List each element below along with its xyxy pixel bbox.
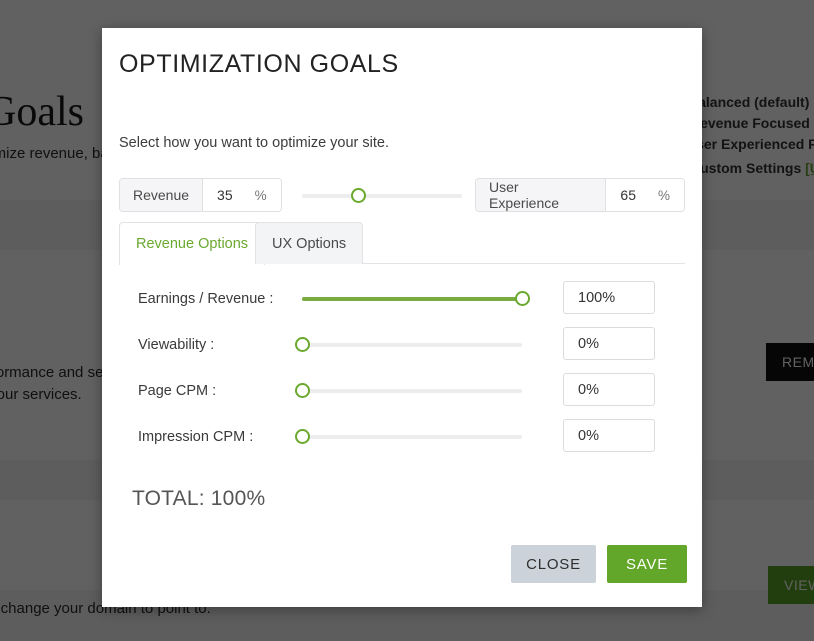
close-button[interactable]: CLOSE (511, 545, 596, 583)
revenue-ux-split-control: Revenue 35 % User Experience 65 % (119, 178, 685, 212)
tab-revenue-options[interactable]: Revenue Options (119, 222, 266, 265)
option-label-page-cpm: Page CPM : (138, 383, 217, 399)
options-tabs: Revenue Options UX Options (119, 222, 685, 265)
revenue-weight-unit: % (242, 179, 281, 211)
option-slider-track-viewability[interactable] (302, 343, 522, 347)
modal-footer: CLOSE SAVE (102, 541, 702, 607)
option-slider-page-cpm[interactable] (295, 383, 522, 398)
option-slider-handle-viewability[interactable] (295, 337, 310, 352)
option-label-viewability: Viewability : (138, 337, 215, 353)
save-button[interactable]: SAVE (607, 545, 687, 583)
option-sliders-list: Earnings / Revenue :100% Viewability :0% P… (102, 278, 702, 462)
modal-subtitle: Select how you want to optimize your sit… (119, 135, 389, 151)
option-label-impression-cpm: Impression CPM : (138, 429, 254, 445)
split-slider-track[interactable] (302, 194, 462, 198)
option-slider-viewability[interactable] (295, 337, 522, 352)
option-slider-handle-impression-cpm[interactable] (295, 429, 310, 444)
ux-weight-label: User Experience (476, 179, 607, 211)
tab-ux-options[interactable]: UX Options (255, 222, 364, 264)
option-row-page-cpm: Page CPM : 0% (102, 370, 702, 416)
optimization-goals-modal: OPTIMIZATION GOALS Select how you want t… (102, 28, 702, 607)
total-label: TOTAL: 100% (132, 487, 266, 510)
revenue-weight-label: Revenue (120, 179, 204, 211)
option-slider-fill-earnings-revenue (302, 297, 522, 301)
option-value-input-viewability[interactable]: 0% (563, 327, 655, 360)
revenue-weight-field[interactable]: Revenue 35 % (119, 178, 282, 212)
option-slider-track-page-cpm[interactable] (302, 389, 522, 393)
option-slider-track-impression-cpm[interactable] (302, 435, 522, 439)
option-label-earnings-revenue: Earnings / Revenue : (138, 291, 274, 307)
option-value-input-impression-cpm[interactable]: 0% (563, 419, 655, 452)
option-row-viewability: Viewability : 0% (102, 324, 702, 370)
ux-weight-unit: % (645, 179, 684, 211)
option-slider-handle-earnings-revenue[interactable] (515, 291, 530, 306)
ux-weight-field[interactable]: User Experience 65 % (475, 178, 685, 212)
ux-weight-input[interactable]: 65 (606, 179, 646, 211)
modal-title: OPTIMIZATION GOALS (119, 50, 399, 78)
option-slider-handle-page-cpm[interactable] (295, 383, 310, 398)
option-value-input-earnings-revenue[interactable]: 100% (563, 281, 655, 314)
option-value-input-page-cpm[interactable]: 0% (563, 373, 655, 406)
option-slider-earnings-revenue[interactable] (302, 291, 530, 306)
revenue-weight-input[interactable]: 35 (203, 179, 243, 211)
option-row-impression-cpm: Impression CPM : 0% (102, 416, 702, 462)
option-slider-impression-cpm[interactable] (295, 429, 522, 444)
option-row-earnings-revenue: Earnings / Revenue : 100% (102, 278, 702, 324)
split-slider-handle[interactable] (351, 188, 366, 203)
